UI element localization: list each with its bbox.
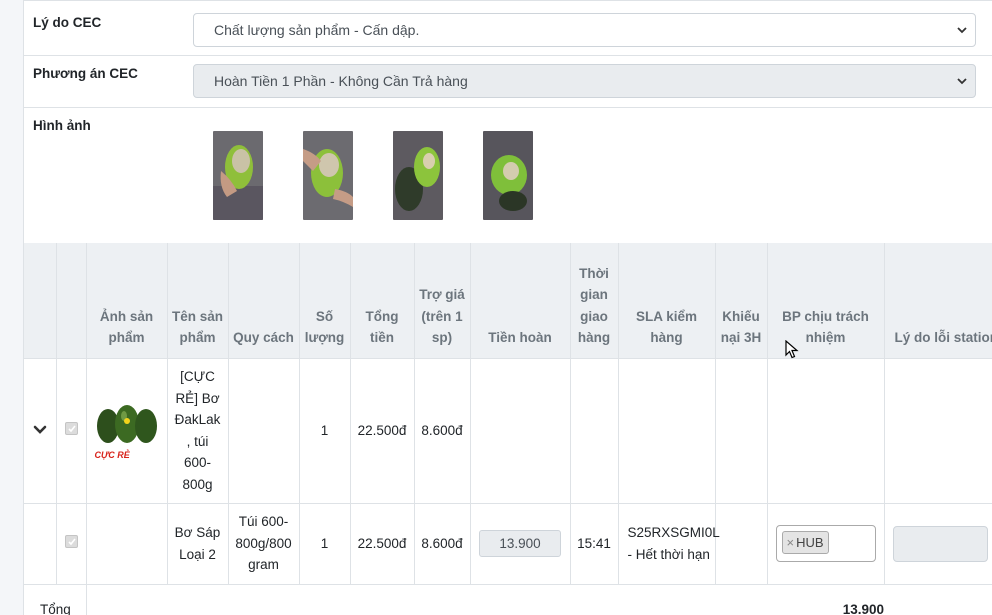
sub-refund-cell: 13.900 [470, 502, 571, 584]
sub-delivery-time: 15:41 [570, 502, 619, 584]
plan-label: Phương án CEC [33, 66, 138, 81]
chevron-down-icon [957, 27, 967, 34]
sub-sla: S25RXSGMI0L - Hết thời hạn [618, 502, 720, 584]
sub-qty: 1 [299, 502, 351, 584]
total-row: Tổng 13.900 [24, 583, 992, 615]
evidence-photo-3[interactable] [393, 131, 443, 220]
header-station-reason: Lý do lỗi station [884, 243, 992, 358]
header-select [56, 243, 87, 358]
header-subsidy: Trợ giá (trên 1 sp) [414, 243, 471, 358]
sub-product-checkbox[interactable] [64, 534, 78, 548]
plan-value: Hoàn Tiền 1 Phần - Không Cần Trả hàng [214, 73, 468, 89]
total-filler [884, 583, 992, 615]
plan-select[interactable]: Hoàn Tiền 1 Phần - Không Cần Trả hàng [193, 64, 976, 98]
chevron-down-icon[interactable] [33, 425, 47, 435]
sub-subsidy: 8.600đ [414, 502, 471, 584]
header-image: Ảnh sản phẩm [86, 243, 168, 358]
select-cell[interactable] [56, 502, 87, 584]
header-expand [24, 243, 57, 358]
evidence-photo-1[interactable] [213, 131, 263, 220]
dept-multiselect[interactable]: × HUB [775, 525, 876, 562]
reason-row: Lý do CEC Chất lượng sản phẩm - Cấn dập. [24, 0, 992, 56]
product-delivery-time [570, 357, 619, 503]
header-sla: SLA kiểm hàng [618, 243, 716, 358]
chevron-down-icon [957, 78, 967, 85]
total-label: Tổng [24, 583, 87, 615]
sub-product-row: Bơ Sáp Loại 2 Túi 600-800g/800 gram 1 22… [24, 502, 992, 584]
table-header: Ảnh sản phẩm Tên sản phẩm Quy cách Số lư… [24, 243, 992, 358]
refund-input[interactable]: 13.900 [479, 530, 561, 557]
product-qty: 1 [299, 357, 351, 503]
dept-tag: × HUB [781, 531, 829, 554]
product-complaint [715, 357, 768, 503]
sub-station-reason-cell [884, 502, 992, 584]
images-label: Hình ảnh [33, 118, 91, 133]
product-image-cell: CỰC RẺ [86, 357, 168, 503]
product-name: [CỰC RẺ] Bơ ĐakLak , túi 600-800g [167, 357, 229, 503]
product-spec [228, 357, 300, 503]
select-cell[interactable] [56, 357, 87, 503]
product-station-reason [884, 357, 992, 503]
header-spec: Quy cách [228, 243, 300, 358]
station-reason-input[interactable] [892, 525, 988, 562]
expand-cell-empty [24, 502, 57, 584]
product-dept [767, 357, 885, 503]
product-badge: CỰC RẺ [94, 449, 130, 460]
product-sla [618, 357, 716, 503]
reason-value: Chất lượng sản phẩm - Cấn dập. [214, 22, 420, 38]
evidence-photo-4[interactable] [483, 131, 533, 220]
product-subsidy: 8.600đ [414, 357, 471, 503]
sub-spec: Túi 600-800g/800 gram [228, 502, 300, 584]
evidence-photo-2[interactable] [303, 131, 353, 220]
product-table: Ảnh sản phẩm Tên sản phẩm Quy cách Số lư… [24, 243, 992, 615]
reason-select[interactable]: Chất lượng sản phẩm - Cấn dập. [193, 13, 976, 47]
cec-panel: Lý do CEC Chất lượng sản phẩm - Cấn dập.… [23, 0, 992, 615]
product-image[interactable]: CỰC RẺ [94, 402, 160, 460]
tag-remove-icon[interactable]: × [787, 535, 795, 550]
dept-tag-label: HUB [796, 535, 824, 550]
header-name: Tên sản phẩm [167, 243, 229, 358]
plan-row: Phương án CEC Hoàn Tiền 1 Phần - Không C… [24, 56, 992, 108]
product-total: 22.500đ [350, 357, 415, 503]
total-value: 13.900 [86, 583, 884, 615]
mouse-cursor-icon [785, 340, 799, 359]
header-delivery-time: Thời gian giao hàng [570, 243, 619, 358]
sub-image-cell [86, 502, 168, 584]
sub-complaint [715, 502, 768, 584]
sub-dept-cell: × HUB [767, 502, 885, 584]
product-refund [470, 357, 571, 503]
header-complaint: Khiếu nại 3H [715, 243, 768, 358]
product-checkbox[interactable] [64, 421, 78, 435]
reason-label: Lý do CEC [33, 15, 102, 30]
expand-cell[interactable] [24, 357, 57, 503]
header-refund: Tiền hoàn [470, 243, 571, 358]
product-row: CỰC RẺ [CỰC RẺ] Bơ ĐakLak , túi 600-800g… [24, 357, 992, 503]
header-total: Tổng tiền [350, 243, 415, 358]
sub-name: Bơ Sáp Loại 2 [167, 502, 229, 584]
header-qty: Số lượng [299, 243, 351, 358]
sub-total: 22.500đ [350, 502, 415, 584]
